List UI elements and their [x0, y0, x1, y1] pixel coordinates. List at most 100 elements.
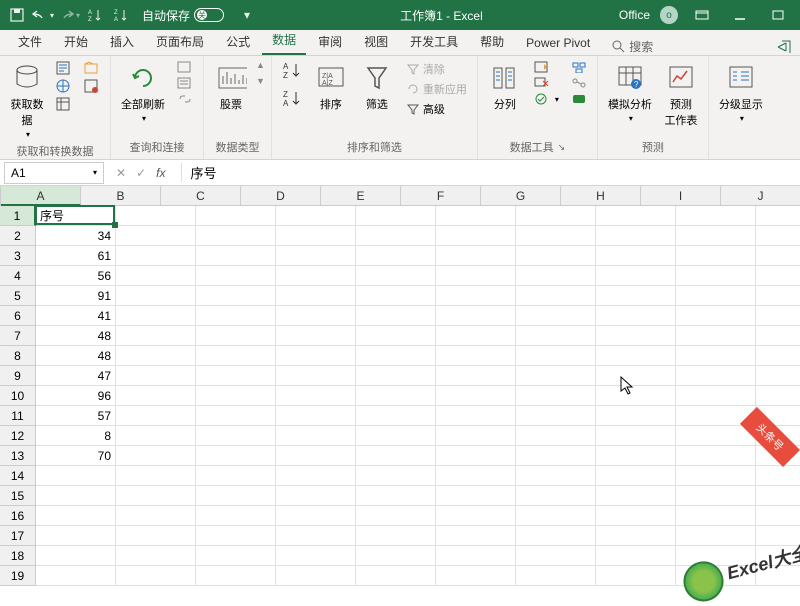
- cell[interactable]: [756, 506, 800, 526]
- cell[interactable]: [276, 546, 356, 566]
- cell[interactable]: [116, 486, 196, 506]
- cell[interactable]: [356, 406, 436, 426]
- flash-fill-icon[interactable]: [530, 60, 563, 74]
- cell[interactable]: [196, 506, 276, 526]
- cell[interactable]: [116, 386, 196, 406]
- share-button[interactable]: [776, 39, 792, 55]
- cell[interactable]: [596, 426, 676, 446]
- undo-button[interactable]: ▾: [32, 4, 54, 26]
- cell[interactable]: [196, 366, 276, 386]
- cell[interactable]: [356, 466, 436, 486]
- cell[interactable]: [436, 286, 516, 306]
- cell[interactable]: [196, 566, 276, 586]
- cell[interactable]: [436, 226, 516, 246]
- cell[interactable]: [196, 406, 276, 426]
- row-header[interactable]: 13: [0, 446, 36, 466]
- row-header[interactable]: 15: [0, 486, 36, 506]
- cell[interactable]: [436, 466, 516, 486]
- manage-data-model-icon[interactable]: [567, 92, 591, 106]
- tab-审阅[interactable]: 审阅: [308, 29, 352, 55]
- cell[interactable]: [196, 266, 276, 286]
- cell[interactable]: [516, 566, 596, 586]
- cell[interactable]: [596, 326, 676, 346]
- cell[interactable]: [676, 306, 756, 326]
- cell[interactable]: [596, 466, 676, 486]
- cell[interactable]: [276, 226, 356, 246]
- cell[interactable]: [276, 406, 356, 426]
- save-icon[interactable]: [6, 4, 28, 26]
- cancel-formula-icon[interactable]: ✕: [116, 166, 126, 180]
- cell[interactable]: [116, 206, 196, 226]
- cell[interactable]: [756, 386, 800, 406]
- user-avatar[interactable]: o: [660, 6, 678, 24]
- cell[interactable]: [356, 546, 436, 566]
- row-header[interactable]: 18: [0, 546, 36, 566]
- cell[interactable]: [356, 386, 436, 406]
- row-header[interactable]: 6: [0, 306, 36, 326]
- cell[interactable]: [516, 386, 596, 406]
- cell[interactable]: [116, 566, 196, 586]
- sort-desc-button[interactable]: ZA: [278, 88, 306, 108]
- cell[interactable]: [116, 326, 196, 346]
- cell[interactable]: [756, 306, 800, 326]
- qat-customize-icon[interactable]: ▾: [236, 4, 258, 26]
- cell[interactable]: [436, 526, 516, 546]
- recent-sources-icon[interactable]: [80, 60, 104, 76]
- cell[interactable]: [276, 506, 356, 526]
- cell[interactable]: [356, 506, 436, 526]
- cell[interactable]: [276, 266, 356, 286]
- cell[interactable]: [116, 506, 196, 526]
- cell[interactable]: [436, 206, 516, 226]
- maximize-button[interactable]: [764, 5, 792, 25]
- cell[interactable]: [676, 326, 756, 346]
- cell[interactable]: [196, 466, 276, 486]
- cell[interactable]: [676, 266, 756, 286]
- column-header[interactable]: G: [481, 186, 561, 206]
- cell[interactable]: [196, 546, 276, 566]
- scroll-up-icon[interactable]: ▲: [256, 60, 265, 70]
- cell[interactable]: [116, 426, 196, 446]
- cell[interactable]: [436, 326, 516, 346]
- cell[interactable]: [276, 326, 356, 346]
- dialog-launcher-icon[interactable]: ↘: [558, 142, 566, 153]
- cell[interactable]: [196, 326, 276, 346]
- redo-button[interactable]: ▾: [58, 4, 80, 26]
- minimize-button[interactable]: [726, 5, 754, 25]
- tab-视图[interactable]: 视图: [354, 29, 398, 55]
- cell[interactable]: [356, 226, 436, 246]
- cell[interactable]: [436, 566, 516, 586]
- cell[interactable]: [596, 306, 676, 326]
- cell[interactable]: [356, 266, 436, 286]
- cell[interactable]: [596, 526, 676, 546]
- row-header[interactable]: 12: [0, 426, 36, 446]
- tab-Power Pivot[interactable]: Power Pivot: [516, 32, 600, 55]
- cell[interactable]: [596, 266, 676, 286]
- cell[interactable]: [596, 546, 676, 566]
- cell[interactable]: [356, 566, 436, 586]
- column-header[interactable]: C: [161, 186, 241, 206]
- cell[interactable]: [676, 246, 756, 266]
- search-button[interactable]: 搜索: [612, 38, 653, 55]
- cell[interactable]: [676, 446, 756, 466]
- cell[interactable]: [596, 406, 676, 426]
- autosave-toggle[interactable]: 自动保存 关: [142, 7, 224, 24]
- cell[interactable]: [516, 546, 596, 566]
- column-header[interactable]: I: [641, 186, 721, 206]
- cell[interactable]: [276, 386, 356, 406]
- tab-插入[interactable]: 插入: [100, 29, 144, 55]
- cell[interactable]: 48: [36, 346, 116, 366]
- cell[interactable]: [276, 286, 356, 306]
- cell[interactable]: [756, 346, 800, 366]
- column-header[interactable]: D: [241, 186, 321, 206]
- existing-connections-icon[interactable]: [80, 78, 104, 94]
- cell[interactable]: [116, 226, 196, 246]
- cell[interactable]: [676, 286, 756, 306]
- cell[interactable]: 8: [36, 426, 116, 446]
- cell[interactable]: [356, 486, 436, 506]
- cell[interactable]: [596, 446, 676, 466]
- cell[interactable]: [596, 226, 676, 246]
- cell[interactable]: [436, 346, 516, 366]
- cell[interactable]: [196, 206, 276, 226]
- cell[interactable]: [356, 326, 436, 346]
- from-text-icon[interactable]: [52, 60, 76, 76]
